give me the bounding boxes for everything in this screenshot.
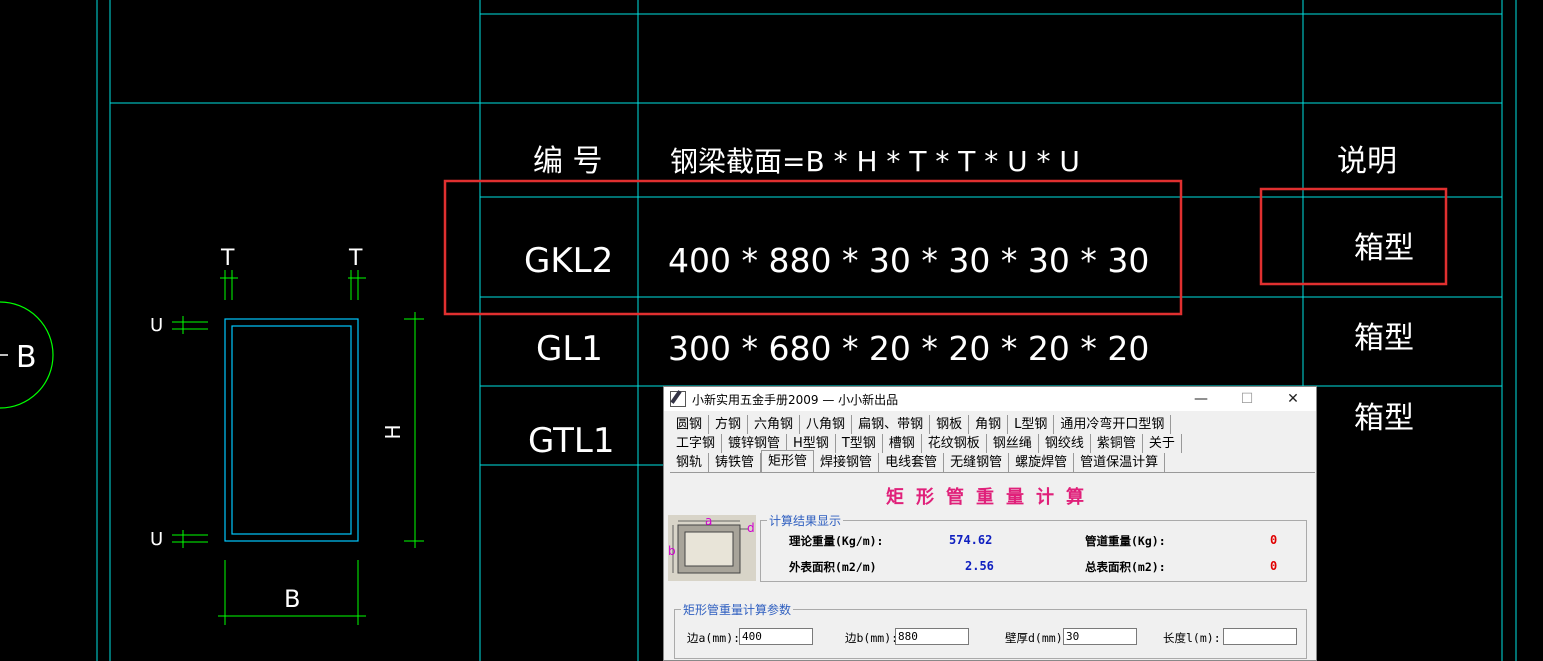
side-b-label: 边b(mm):	[845, 631, 899, 645]
params-group: 矩形管重量计算参数 边a(mm): 边b(mm): 壁厚d(mm) 长度l(m)…	[674, 601, 1307, 659]
tab-channel-steel[interactable]: 槽钢	[883, 434, 922, 453]
tab-l-steel[interactable]: L型钢	[1008, 415, 1055, 434]
tab-seamless-pipe[interactable]: 无缝钢管	[944, 453, 1010, 472]
results-legend: 计算结果显示	[767, 512, 844, 529]
row-note-2: 箱型	[1354, 401, 1414, 436]
header-note: 说明	[1337, 144, 1397, 179]
row-id-1: GL1	[536, 329, 603, 369]
axis-label: B	[16, 340, 37, 375]
side-a-label: 边a(mm):	[687, 631, 741, 645]
params-legend: 矩形管重量计算参数	[681, 601, 794, 618]
section-sketch: T T U U H B	[150, 246, 424, 625]
diagram-label-a: a	[705, 515, 712, 528]
row-id-2: GTL1	[528, 421, 614, 461]
row-note-1: 箱型	[1354, 321, 1414, 356]
tab-square-steel[interactable]: 方钢	[709, 415, 749, 434]
tab-rectangular-pipe[interactable]: 矩形管	[761, 450, 815, 472]
tab-conduit[interactable]: 电线套管	[879, 453, 945, 472]
tab-about[interactable]: 关于	[1143, 434, 1182, 453]
header-id: 编 号	[533, 144, 603, 179]
close-button[interactable]: ✕	[1270, 387, 1316, 411]
tab-row-3: 钢轨 铸铁管 矩形管 焊接钢管 电线套管 无缝钢管 螺旋焊管 管道保温计算	[670, 450, 1315, 473]
title-bar[interactable]: 小新实用五金手册2009 — 小小新出品 — ☐ ✕	[664, 387, 1316, 411]
wall-thickness-input[interactable]	[1063, 628, 1137, 645]
tab-steel-plate[interactable]: 钢板	[930, 415, 970, 434]
theory-weight-label: 理论重量(Kg/m):	[789, 534, 884, 548]
svg-text:H: H	[381, 424, 405, 439]
tab-insulation-calc[interactable]: 管道保温计算	[1074, 453, 1166, 472]
length-input[interactable]	[1223, 628, 1297, 645]
tab-t-beam[interactable]: T型钢	[836, 434, 883, 453]
tab-checker-plate[interactable]: 花纹钢板	[922, 434, 987, 453]
tab-wire-rope[interactable]: 钢丝绳	[987, 434, 1039, 453]
svg-text:B: B	[284, 585, 300, 613]
total-area-value: 0	[1270, 559, 1278, 573]
pipe-weight-label: 管道重量(Kg):	[1085, 534, 1166, 548]
outer-area-value: 2.56	[965, 559, 994, 573]
tab-flat-steel[interactable]: 扁钢、带钢	[852, 415, 931, 434]
diagram-label-d: d	[747, 521, 755, 535]
row-id-0: GKL2	[524, 241, 613, 281]
tab-round-steel[interactable]: 圆钢	[670, 415, 710, 434]
minimize-button[interactable]: —	[1178, 387, 1224, 411]
tab-cast-iron-pipe[interactable]: 铸铁管	[709, 453, 762, 472]
tab-octagon-steel[interactable]: 八角钢	[800, 415, 853, 434]
tab-cold-formed-steel[interactable]: 通用冷弯开口型钢	[1054, 415, 1172, 434]
results-group: 计算结果显示 理论重量(Kg/m): 574.62 管道重量(Kg): 0 外表…	[760, 512, 1307, 582]
theory-weight-value: 574.62	[949, 533, 993, 547]
rect-pipe-diagram: a b d	[668, 514, 756, 581]
svg-text:U: U	[150, 529, 163, 550]
tab-i-beam[interactable]: 工字钢	[670, 434, 723, 453]
header-section: 钢梁截面=B * H * T * T * U * U	[670, 145, 1080, 178]
pipe-weight-value: 0	[1270, 533, 1278, 547]
app-icon	[670, 391, 686, 407]
tab-rail[interactable]: 钢轨	[670, 453, 710, 472]
tab-copper-pipe[interactable]: 紫铜管	[1091, 434, 1143, 453]
tab-row-1: 圆钢 方钢 六角钢 八角钢 扁钢、带钢 钢板 角钢 L型钢 通用冷弯开口型钢	[670, 415, 1315, 434]
row-note-0: 箱型	[1354, 231, 1414, 266]
row-section-1: 300 * 680 * 20 * 20 * 20 * 20	[668, 329, 1149, 368]
total-area-label: 总表面积(m2):	[1085, 560, 1166, 574]
tab-hexagon-steel[interactable]: 六角钢	[748, 415, 801, 434]
side-b-input[interactable]	[895, 628, 969, 645]
outer-area-label: 外表面积(m2/m)	[789, 560, 877, 574]
tab-spiral-pipe[interactable]: 螺旋焊管	[1009, 453, 1075, 472]
tab-strand[interactable]: 钢绞线	[1039, 434, 1091, 453]
tab-welded-pipe[interactable]: 焊接钢管	[814, 453, 880, 472]
maximize-button[interactable]: ☐	[1224, 387, 1270, 411]
window-title: 小新实用五金手册2009 — 小小新出品	[692, 392, 899, 407]
hardware-handbook-dialog[interactable]: 小新实用五金手册2009 — 小小新出品 — ☐ ✕ 圆钢 方钢 六角钢 八角钢…	[663, 386, 1317, 661]
length-label: 长度l(m):	[1163, 631, 1221, 645]
svg-text:T: T	[220, 246, 235, 271]
tab-angle-steel[interactable]: 角钢	[969, 415, 1009, 434]
calc-heading: 矩形管重量计算	[886, 487, 1096, 508]
tab-strip: 圆钢 方钢 六角钢 八角钢 扁钢、带钢 钢板 角钢 L型钢 通用冷弯开口型钢 工…	[670, 415, 1315, 473]
svg-text:U: U	[150, 315, 163, 336]
svg-text:T: T	[348, 246, 363, 271]
wall-thickness-label: 壁厚d(mm)	[1005, 631, 1063, 645]
row-section-0: 400 * 880 * 30 * 30 * 30 * 30	[668, 241, 1149, 280]
diagram-label-b: b	[668, 544, 676, 558]
side-a-input[interactable]	[739, 628, 813, 645]
